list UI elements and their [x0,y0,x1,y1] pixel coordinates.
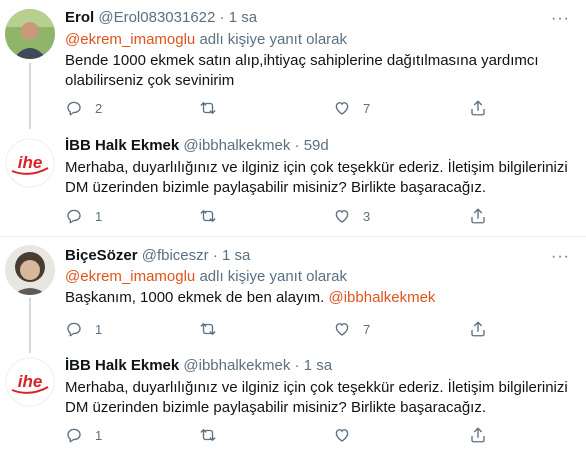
reply-mention-link[interactable]: @ekrem_imamoglu [65,31,195,48]
avatar[interactable] [5,245,55,295]
tweet-actions: 1 3 [65,206,505,226]
share-button[interactable] [469,425,487,445]
share-icon [471,100,485,116]
heart-icon [335,210,349,223]
share-button[interactable] [469,319,487,339]
tweet-header: BiçeSözer @fbiceszr · 1 sa [65,246,250,266]
tweet-ibb-reply-1[interactable]: ihe İBB Halk Ekmek @ibbhalkekmek · 59d M… [0,132,586,235]
thread-line [29,298,31,353]
display-name[interactable]: İBB Halk Ekmek [65,137,179,154]
timestamp[interactable]: 1 sa [222,247,250,264]
timestamp[interactable]: 1 sa [304,357,332,374]
reply-context: @ekrem_imamoglu adlı kişiye yanıt olarak [65,30,347,50]
user-handle[interactable]: @ibbhalkekmek [183,137,290,154]
share-button[interactable] [469,206,487,226]
tweet-text: Bende 1000 ekmek satın alıp,ihtiyaç sahi… [65,52,539,89]
thread-line [29,63,31,129]
like-button[interactable]: 7 [333,319,370,339]
share-icon [471,427,485,443]
tweet-actions: 2 7 [65,98,505,118]
mention-link[interactable]: @ibbhalkekmek [328,289,435,306]
retweet-icon [200,210,216,222]
reply-button[interactable]: 1 [65,425,102,445]
like-count: 3 [363,208,371,224]
heart-icon [335,429,349,442]
more-options-icon[interactable]: ··· [551,11,570,27]
user-handle[interactable]: @fbiceszr [142,247,209,264]
retweet-button[interactable] [199,206,229,226]
retweet-button[interactable] [199,98,229,118]
like-button[interactable]: 7 [333,98,370,118]
timestamp[interactable]: 1 sa [229,9,257,26]
reply-icon [67,322,81,337]
user-photo-icon [5,245,55,295]
display-name[interactable]: BiçeSözer [65,247,138,264]
logo-text: ihe [18,153,43,172]
reply-icon [67,209,81,224]
retweet-icon [200,429,216,441]
logo-text: ihe [18,372,43,391]
reply-button[interactable]: 2 [65,98,102,118]
display-name[interactable]: Erol [65,9,94,26]
user-handle[interactable]: @ibbhalkekmek [183,357,290,374]
reply-context: @ekrem_imamoglu adlı kişiye yanıt olarak [65,267,347,287]
heart-icon [335,323,349,336]
reply-context-text: adlı kişiye yanıt olarak [195,268,348,285]
tweet-header: Erol @Erol083031622 · 1 sa [65,8,257,28]
reply-button[interactable]: 1 [65,319,102,339]
tweet-text: Merhaba, duyarlılığınız ve ilginiz için … [65,159,568,196]
reply-icon [67,101,81,116]
reply-count: 1 [95,427,103,443]
like-count: 7 [363,100,371,116]
user-photo-icon [5,9,55,59]
reply-icon [67,428,81,443]
retweet-icon [200,102,216,114]
display-name[interactable]: İBB Halk Ekmek [65,357,179,374]
separator-dot: · [294,137,300,154]
reply-count: 2 [95,100,103,116]
share-icon [471,208,485,224]
like-count: 7 [363,321,371,337]
timestamp[interactable]: 59d [304,137,329,154]
tweet-erol[interactable]: Erol @Erol083031622 · 1 sa ··· @ekrem_im… [0,0,586,132]
reply-button[interactable]: 1 [65,206,102,226]
tweet-actions: 1 7 [65,319,505,339]
tweet-ibb-reply-2[interactable]: ihe İBB Halk Ekmek @ibbhalkekmek · 1 sa … [0,353,586,465]
tweet-actions: 1 [65,425,505,445]
tweet-text: Başkanım, 1000 ekmek de ben alayım. @ibb… [65,288,570,308]
user-handle[interactable]: @Erol083031622 [98,9,215,26]
share-button[interactable] [469,98,487,118]
retweet-icon [200,323,216,335]
reply-context-text: adlı kişiye yanıt olarak [195,31,348,48]
avatar[interactable]: ihe [5,138,55,188]
separator-dot: · [212,247,218,264]
heart-icon [335,102,349,115]
retweet-button[interactable] [199,425,229,445]
tweet-bicesozer[interactable]: BiçeSözer @fbiceszr · 1 sa ··· @ekrem_im… [0,237,586,353]
tweet-header: İBB Halk Ekmek @ibbhalkekmek · 59d [65,136,329,156]
reply-mention-link[interactable]: @ekrem_imamoglu [65,268,195,285]
reply-count: 1 [95,208,103,224]
tweet-text-body: Başkanım, 1000 ekmek de ben alayım. [65,289,329,306]
share-icon [471,321,485,337]
retweet-button[interactable] [199,319,229,339]
tweet-text: Merhaba, duyarlılığınız ve ilginiz için … [65,379,568,416]
ihe-logo-icon: ihe [5,138,55,188]
reply-count: 1 [95,321,103,337]
separator-dot: · [294,357,300,374]
avatar[interactable]: ihe [5,357,55,407]
like-button[interactable] [333,425,363,445]
like-button[interactable]: 3 [333,206,370,226]
separator-dot: · [219,9,225,26]
tweet-header: İBB Halk Ekmek @ibbhalkekmek · 1 sa [65,356,332,376]
more-options-icon[interactable]: ··· [551,249,570,265]
ihe-logo-icon: ihe [5,357,55,407]
avatar[interactable] [5,9,55,59]
